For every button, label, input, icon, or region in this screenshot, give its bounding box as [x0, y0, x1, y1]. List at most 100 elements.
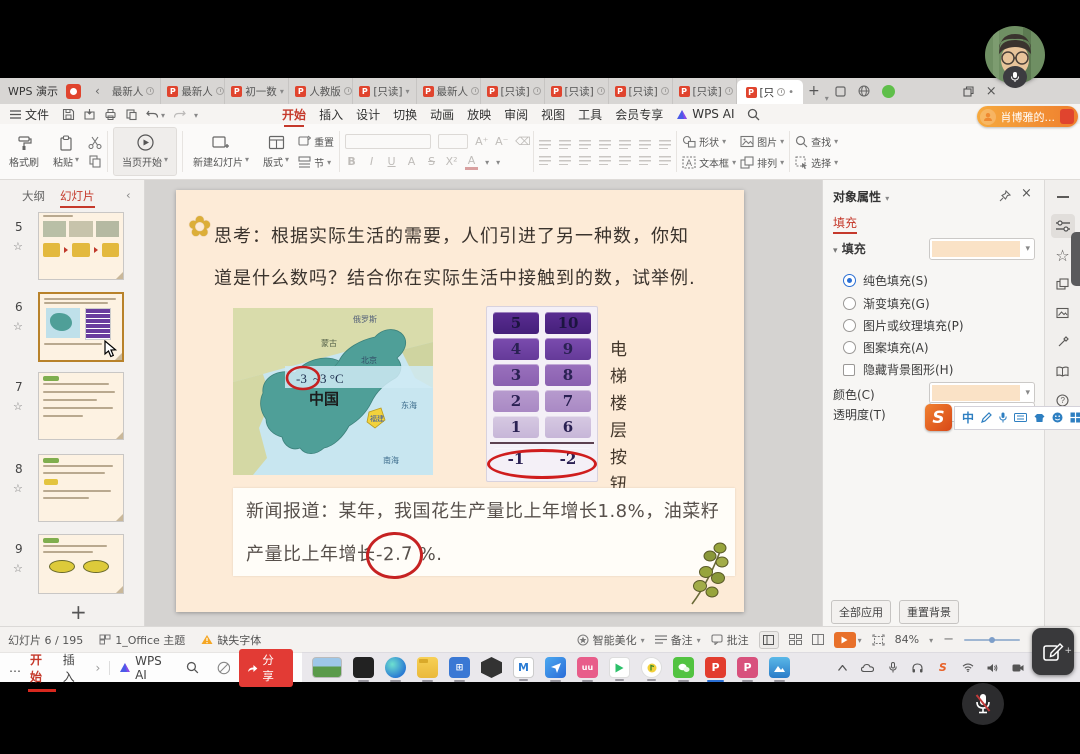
taskbar-app-icon[interactable]: uu: [577, 657, 598, 678]
star-icon[interactable]: ☆: [13, 482, 23, 495]
slide-thumbnail-8[interactable]: [38, 454, 124, 522]
china-map-image[interactable]: 俄罗斯 蒙古 北京 东海 南海 福建 -3 ~3 °C 中国: [233, 308, 433, 475]
ime-chinese-mode[interactable]: 中: [962, 409, 974, 426]
output-icon[interactable]: [83, 108, 96, 121]
shapes-button[interactable]: 形状: [682, 134, 736, 149]
slideshow-button[interactable]: [834, 632, 862, 648]
new-tab-button[interactable]: +: [808, 83, 820, 99]
document-tab[interactable]: P 最新人: [161, 78, 225, 104]
status-green-icon[interactable]: [882, 85, 895, 98]
radio-solid-fill[interactable]: 纯色填充(S): [843, 272, 928, 289]
ime-mic-icon[interactable]: [999, 412, 1007, 423]
fit-window-button[interactable]: [872, 634, 885, 646]
fill-preset-dropdown[interactable]: ▾: [929, 238, 1035, 260]
comments-button[interactable]: 批注: [711, 632, 749, 648]
collapse-strip-icon[interactable]: [1051, 185, 1075, 209]
document-tab[interactable]: P [只读]: [609, 78, 673, 104]
expand-chevron[interactable]: ›: [95, 661, 100, 675]
taskbar-photos-icon[interactable]: [769, 657, 790, 678]
tab-slides[interactable]: 幻灯片: [60, 188, 95, 204]
sogou-tray-icon[interactable]: S: [935, 660, 951, 676]
globe-icon[interactable]: [858, 85, 870, 97]
taskbar-edge-icon[interactable]: [385, 657, 406, 678]
new-slide-button[interactable]: 新建幻灯片: [188, 127, 254, 176]
zoom-slider[interactable]: [964, 639, 1020, 641]
ime-pen-icon[interactable]: [981, 412, 992, 423]
slide-layout-button[interactable]: 版式: [258, 127, 294, 176]
slide-thumbnail-9[interactable]: [38, 534, 124, 594]
volume-icon[interactable]: [985, 660, 1001, 676]
slide-sorter-view-button[interactable]: [789, 634, 802, 645]
tray-expand-icon[interactable]: [835, 660, 851, 676]
checkbox-hide-background[interactable]: 隐藏背景图形(H): [843, 361, 953, 378]
radio-pattern-fill[interactable]: 图案填充(A): [843, 339, 929, 356]
slide-thumbnail-5[interactable]: [38, 212, 124, 280]
normal-view-button[interactable]: [759, 631, 779, 649]
zoom-level[interactable]: 84%: [895, 633, 919, 646]
radio-gradient-fill[interactable]: 渐变填充(G): [843, 295, 930, 312]
textbox-button[interactable]: A 文本框: [682, 155, 736, 170]
document-tab[interactable]: P [只读]: [481, 78, 545, 104]
reset-slide-button[interactable]: 重置: [298, 134, 334, 149]
taskbar-video-app-icon[interactable]: [609, 657, 630, 678]
reading-strip-icon[interactable]: [1051, 359, 1075, 383]
taskbar-music-app-icon[interactable]: [641, 657, 662, 678]
format-painter-button[interactable]: 格式刷: [4, 127, 44, 176]
ime-skin-icon[interactable]: [1034, 413, 1045, 423]
slide-canvas[interactable]: ✿ 思考：根据实际生活的需要，人们引进了另一种数，你知 道是什么数吗？结合你在实…: [176, 190, 744, 612]
menu-item-design[interactable]: 设计: [356, 106, 380, 123]
smart-beautify-button[interactable]: 智能美化: [577, 632, 645, 648]
taskbar-app-icon[interactable]: P: [737, 657, 758, 678]
taskbar-app-icon[interactable]: M: [513, 657, 534, 678]
menu-item-tools[interactable]: 工具: [578, 106, 602, 123]
reading-view-button[interactable]: [812, 634, 824, 645]
taskbar-folder-icon[interactable]: [417, 657, 438, 678]
menu-item-animation[interactable]: 动画: [430, 106, 454, 123]
cut-icon[interactable]: [88, 136, 102, 149]
restore-window-icon[interactable]: [963, 86, 974, 97]
tab-scroll-left-icon[interactable]: ‹: [95, 84, 100, 98]
save-icon[interactable]: [62, 108, 75, 121]
close-window-icon[interactable]: ×: [986, 84, 997, 99]
menu-item-insert[interactable]: 插入: [319, 106, 343, 123]
missing-fonts-warning[interactable]: 缺失字体: [201, 632, 261, 648]
chevron-down-icon[interactable]: [194, 107, 198, 121]
redo-icon[interactable]: [173, 108, 186, 120]
document-tab[interactable]: P 初一数: [225, 78, 289, 104]
panel-drag-handle[interactable]: [1071, 232, 1080, 286]
apply-all-button[interactable]: 全部应用: [831, 600, 891, 624]
zoom-out-button[interactable]: −: [943, 632, 954, 647]
panel-title[interactable]: 对象属性: [833, 188, 889, 205]
document-tab[interactable]: P 最新人: [417, 78, 481, 104]
select-button[interactable]: 选择: [795, 155, 838, 170]
ime-toolbox-icon[interactable]: [1070, 412, 1080, 423]
search-icon[interactable]: [747, 108, 760, 121]
mini-insert-tab[interactable]: 插入: [63, 651, 87, 685]
user-account-badge[interactable]: 肖博雅的...: [977, 106, 1079, 127]
menu-item-review[interactable]: 审阅: [504, 106, 528, 123]
star-icon[interactable]: ☆: [13, 562, 23, 575]
document-tab[interactable]: P [只读]: [353, 78, 416, 104]
collapse-panel-icon[interactable]: ‹: [126, 188, 131, 202]
taskbar-app-icon[interactable]: [353, 657, 374, 678]
document-tab[interactable]: 最新人: [106, 78, 162, 104]
undo-button[interactable]: [146, 107, 165, 121]
section-button[interactable]: 节: [298, 155, 334, 170]
taskbar-wechat-icon[interactable]: [673, 657, 694, 678]
menu-item-transition[interactable]: 切换: [393, 106, 417, 123]
theme-indicator[interactable]: 1_Office 主题: [99, 632, 185, 648]
pin-icon[interactable]: [999, 190, 1011, 202]
taskbar-app-icon[interactable]: [481, 657, 502, 678]
disable-share-icon[interactable]: [217, 661, 231, 675]
file-menu[interactable]: 文件: [10, 106, 49, 123]
elevator-buttons-image[interactable]: 510 49 38 27 16 -1-2: [486, 306, 598, 482]
document-tab[interactable]: P [只读]: [545, 78, 609, 104]
notes-button[interactable]: 备注: [655, 632, 701, 648]
taskbar-app-icon[interactable]: ⊞: [449, 657, 470, 678]
document-tab-active[interactable]: P [只: [737, 80, 804, 104]
ime-emoji-icon[interactable]: [1052, 412, 1063, 423]
chevron-down-icon[interactable]: [929, 633, 933, 646]
sogou-logo-icon[interactable]: S: [925, 404, 952, 431]
copy-format-icon[interactable]: [125, 108, 138, 121]
document-tab[interactable]: P [只读]: [673, 78, 737, 104]
